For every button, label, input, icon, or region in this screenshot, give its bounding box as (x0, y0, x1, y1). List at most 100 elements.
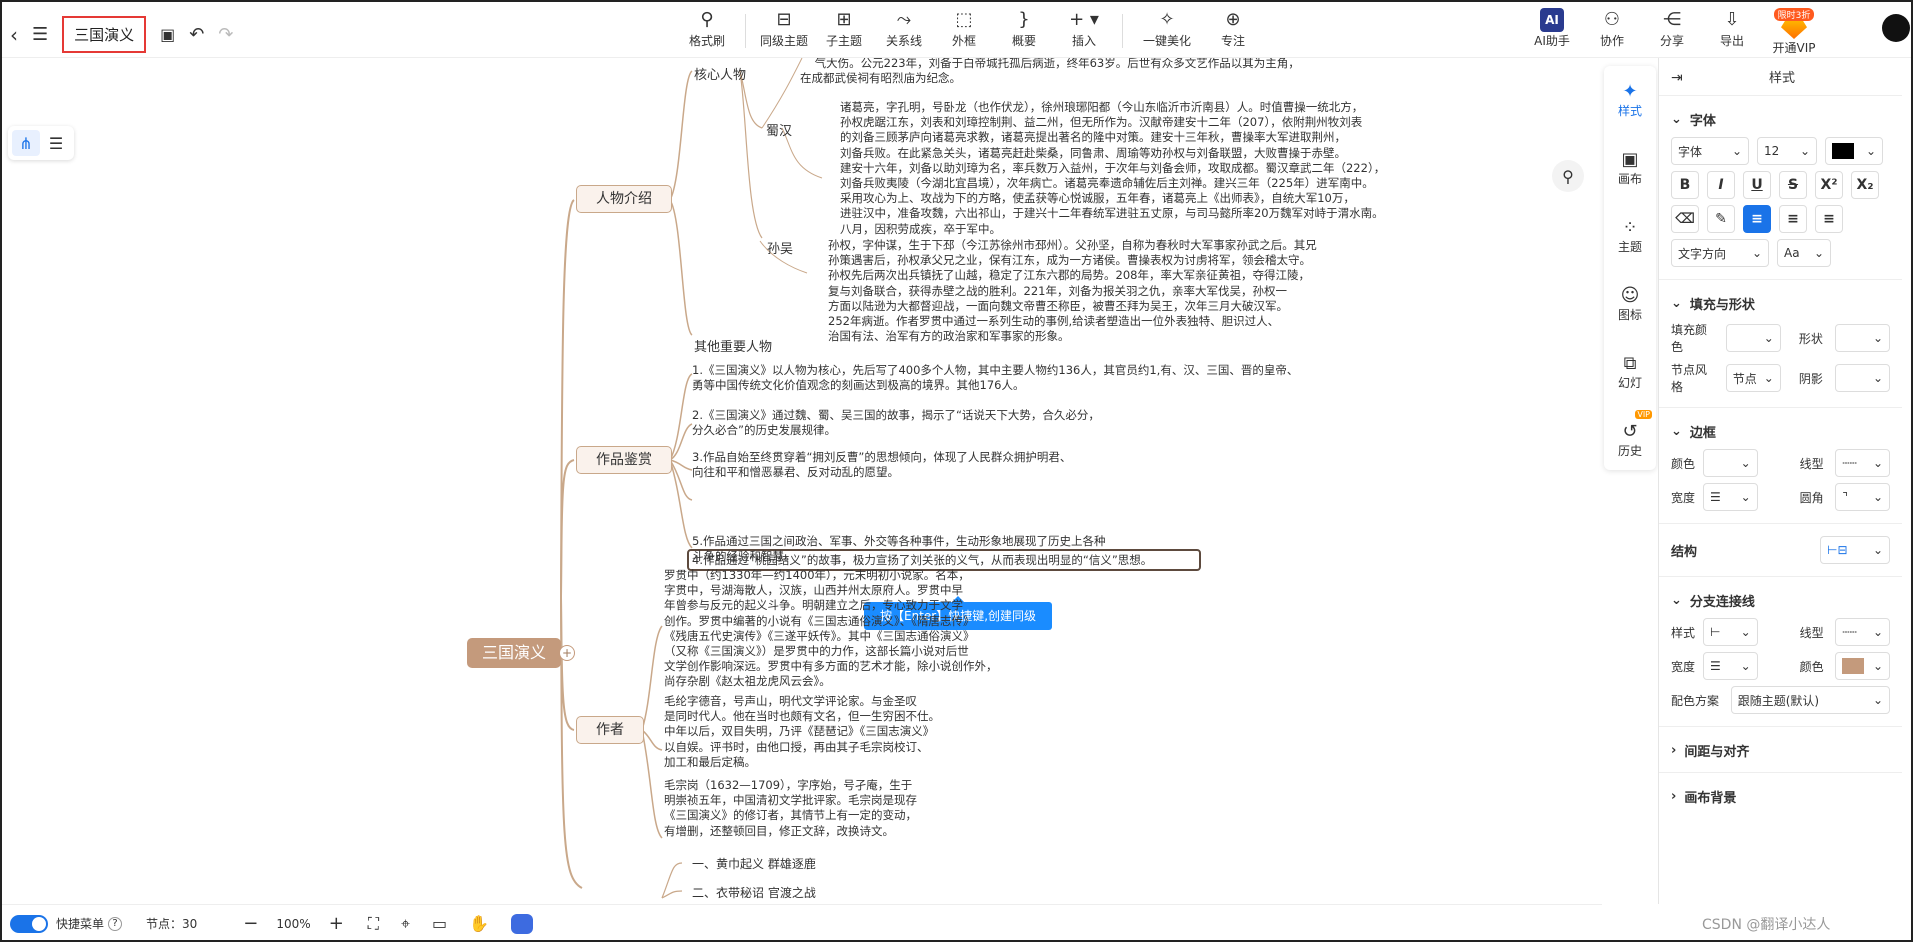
chapter-node[interactable]: 一、黄巾起义 群雄逐鹿 (692, 855, 816, 872)
review-item-3[interactable]: 3.作品自始至终贯穿着“拥刘反曹”的思想倾向，体现了人民群众拥护明君、 向往和平… (692, 450, 1071, 480)
section-branch[interactable]: ⌄ 分支连接线 (1671, 591, 1902, 610)
subtopic-button[interactable]: ⊞ 子主题 (814, 8, 874, 54)
section-canvas-bg[interactable]: › 画布背景 (1671, 787, 1902, 806)
branch-style-select[interactable]: ⊢ ⌄ (1703, 618, 1758, 646)
border-radius-select[interactable]: ⌝ ⌄ (1835, 483, 1890, 511)
tab-canvas[interactable]: ▣ 画布 (1604, 134, 1656, 202)
underline-icon[interactable]: U (1743, 171, 1771, 199)
avatar[interactable] (1882, 14, 1910, 42)
shape-select[interactable]: ⌄ (1834, 324, 1890, 352)
tab-theme[interactable]: ⁘ 主题 (1604, 202, 1656, 270)
tab-history[interactable]: VIP ↺ 历史 (1604, 406, 1656, 474)
font-family-select[interactable]: 字体 ⌄ (1671, 137, 1749, 165)
topic-people[interactable]: 人物介绍 (576, 185, 672, 213)
menu-icon[interactable]: ☰ (32, 24, 48, 45)
tab-style[interactable]: ✦ 样式 (1604, 66, 1656, 134)
strikethrough-icon[interactable]: S (1779, 171, 1807, 199)
highlight-icon[interactable]: ✎ (1707, 205, 1735, 233)
border-width-select[interactable]: ☰ ⌄ (1703, 483, 1758, 511)
vip-button[interactable]: 限时3折 开通VIP (1762, 8, 1826, 56)
collaborate-button[interactable]: ⚇ 协作 (1582, 8, 1642, 56)
review-item-1a[interactable]: 1.《三国演义》以人物为核心，先后写了400多个人物，其中主要人物约136人，其… (692, 363, 1298, 378)
select-value: 12 (1764, 144, 1780, 158)
undo-icon[interactable]: ↶ (189, 24, 204, 45)
topic-review[interactable]: 作品鉴赏 (576, 446, 672, 474)
insert-button[interactable]: + ▾ 插入 (1054, 8, 1114, 54)
branch-width-select[interactable]: ☰ ⌄ (1703, 652, 1758, 680)
help-icon[interactable]: ? (108, 916, 123, 931)
save-icon[interactable]: ▣ (160, 25, 175, 44)
minimap-icon[interactable]: ▭ (432, 914, 447, 933)
outline-view-icon[interactable]: ☰ (42, 130, 70, 156)
redo-icon[interactable]: ↷ (218, 24, 233, 45)
share-button[interactable]: ⋲ 分享 (1642, 8, 1702, 56)
branch-line-select[interactable]: ┄┄ ⌄ (1835, 618, 1890, 646)
text-direction-select[interactable]: 文字方向 ⌄ (1671, 239, 1769, 267)
topic-author[interactable]: 作者 (576, 716, 644, 744)
zoom-out-icon[interactable]: − (243, 913, 258, 934)
tab-icons[interactable]: ☺ 图标 (1604, 270, 1656, 338)
document-title[interactable]: 三国演义 (62, 16, 147, 53)
back-icon[interactable]: ‹ (10, 23, 18, 47)
superscript-icon[interactable]: X² (1815, 171, 1843, 199)
robot-icon[interactable] (511, 913, 534, 934)
zoom-in-icon[interactable]: + (329, 913, 344, 934)
align-center-icon[interactable]: ≡ (1779, 205, 1807, 233)
wu-node[interactable]: 孙吴 (767, 238, 793, 257)
ai-assistant-button[interactable]: AI AI助手 (1522, 8, 1582, 56)
other-people-node[interactable]: 其他重要人物 (694, 336, 772, 355)
quick-menu-toggle[interactable] (10, 914, 48, 933)
subscript-icon[interactable]: X₂ (1851, 171, 1879, 199)
font-case-select[interactable]: Aa ⌄ (1777, 239, 1831, 267)
dashed-line-icon: ┄┄ (1842, 625, 1857, 639)
branch-color-select[interactable]: ⌄ (1835, 652, 1890, 680)
relation-line-button[interactable]: ⤳ 关系线 (874, 8, 934, 54)
node-style-select[interactable]: 节点 ⌄ (1725, 364, 1781, 392)
summary-button[interactable]: } 概要 (994, 8, 1054, 54)
dashed-line-icon: ┄┄ (1842, 456, 1857, 470)
sibling-topic-button[interactable]: ⊟ 同级主题 (754, 8, 814, 54)
tab-slides[interactable]: ⧉ 幻灯 (1604, 338, 1656, 406)
search-icon[interactable]: ⚲ (1552, 160, 1584, 192)
mindmap-view-icon[interactable]: ⋔ (12, 130, 40, 156)
focus-button[interactable]: ⊕ 专注 (1203, 8, 1263, 54)
relation-line-icon: ⤳ (896, 9, 912, 30)
outer-frame-button[interactable]: ⬚ 外框 (934, 8, 994, 54)
outer-frame-icon: ⬚ (955, 9, 973, 30)
section-spacing[interactable]: › 间距与对齐 (1671, 741, 1902, 760)
color-scheme-row: 配色方案 跟随主题(默认) ⌄ (1671, 686, 1890, 714)
align-right-icon[interactable]: ≡ (1815, 205, 1843, 233)
fit-screen-icon[interactable]: ⛶ (368, 914, 379, 934)
chapter-node[interactable]: 二、衣带秘诏 官渡之战 (692, 884, 816, 901)
color-scheme-select[interactable]: 跟随主题(默认) ⌄ (1730, 686, 1890, 714)
clear-format-icon[interactable]: ⌫ (1671, 205, 1699, 233)
fill-color-select[interactable]: ⌄ (1725, 324, 1781, 352)
section-font[interactable]: ⌄ 字体 (1671, 110, 1902, 129)
mindmap-canvas[interactable]: ⋔ ☰ ⚲ 气大伤。公元223年，刘备于白帝城托孤后病逝，终年63岁。后世有众多… (2, 58, 1602, 904)
review-item-5[interactable]: 5.作品通过三国之间政治、军事、外交等各种事件，生动形象地展现了历史上各种 斗争… (692, 534, 1105, 564)
locate-icon[interactable]: ⌖ (401, 914, 410, 934)
font-color-select[interactable]: ⌄ (1825, 137, 1883, 165)
border-line-select[interactable]: ┄┄ ⌄ (1835, 449, 1890, 477)
structure-select[interactable]: ⊢⊟ ⌄ (1820, 536, 1890, 564)
collapse-panel-icon[interactable]: ⇥ (1671, 70, 1683, 86)
beautify-button[interactable]: ✧ 一键美化 (1131, 8, 1203, 54)
review-item-2[interactable]: 2.《三国演义》通过魏、蜀、吴三国的故事，揭示了“话说天下大势，合久必分， 分久… (692, 408, 1100, 438)
bold-icon[interactable]: B (1671, 171, 1699, 199)
shadow-select[interactable]: ⌄ (1834, 364, 1890, 392)
section-fill[interactable]: ⌄ 填充与形状 (1671, 294, 1902, 313)
core-people-node[interactable]: 核心人物 (694, 64, 746, 83)
hand-icon[interactable]: ✋ (469, 914, 489, 933)
format-painter-button[interactable]: ⚲ 格式刷 (677, 8, 737, 54)
section-border[interactable]: ⌄ 边框 (1671, 422, 1902, 441)
field-label: 颜色 (1671, 456, 1696, 471)
export-button[interactable]: ⇩ 导出 (1702, 8, 1762, 56)
border-color-select[interactable]: ⌄ (1703, 449, 1758, 477)
review-item-1b[interactable]: 勇等中国传统文化价值观念的刻画达到极高的境界。其他176人。 (692, 378, 1024, 393)
font-size-select[interactable]: 12 ⌄ (1757, 137, 1817, 165)
italic-icon[interactable]: I (1707, 171, 1735, 199)
expand-icon[interactable]: + (559, 645, 575, 661)
align-left-icon[interactable]: ≡ (1743, 205, 1771, 233)
shu-node[interactable]: 蜀汉 (766, 120, 792, 139)
root-topic[interactable]: 三国演义 (467, 638, 561, 668)
